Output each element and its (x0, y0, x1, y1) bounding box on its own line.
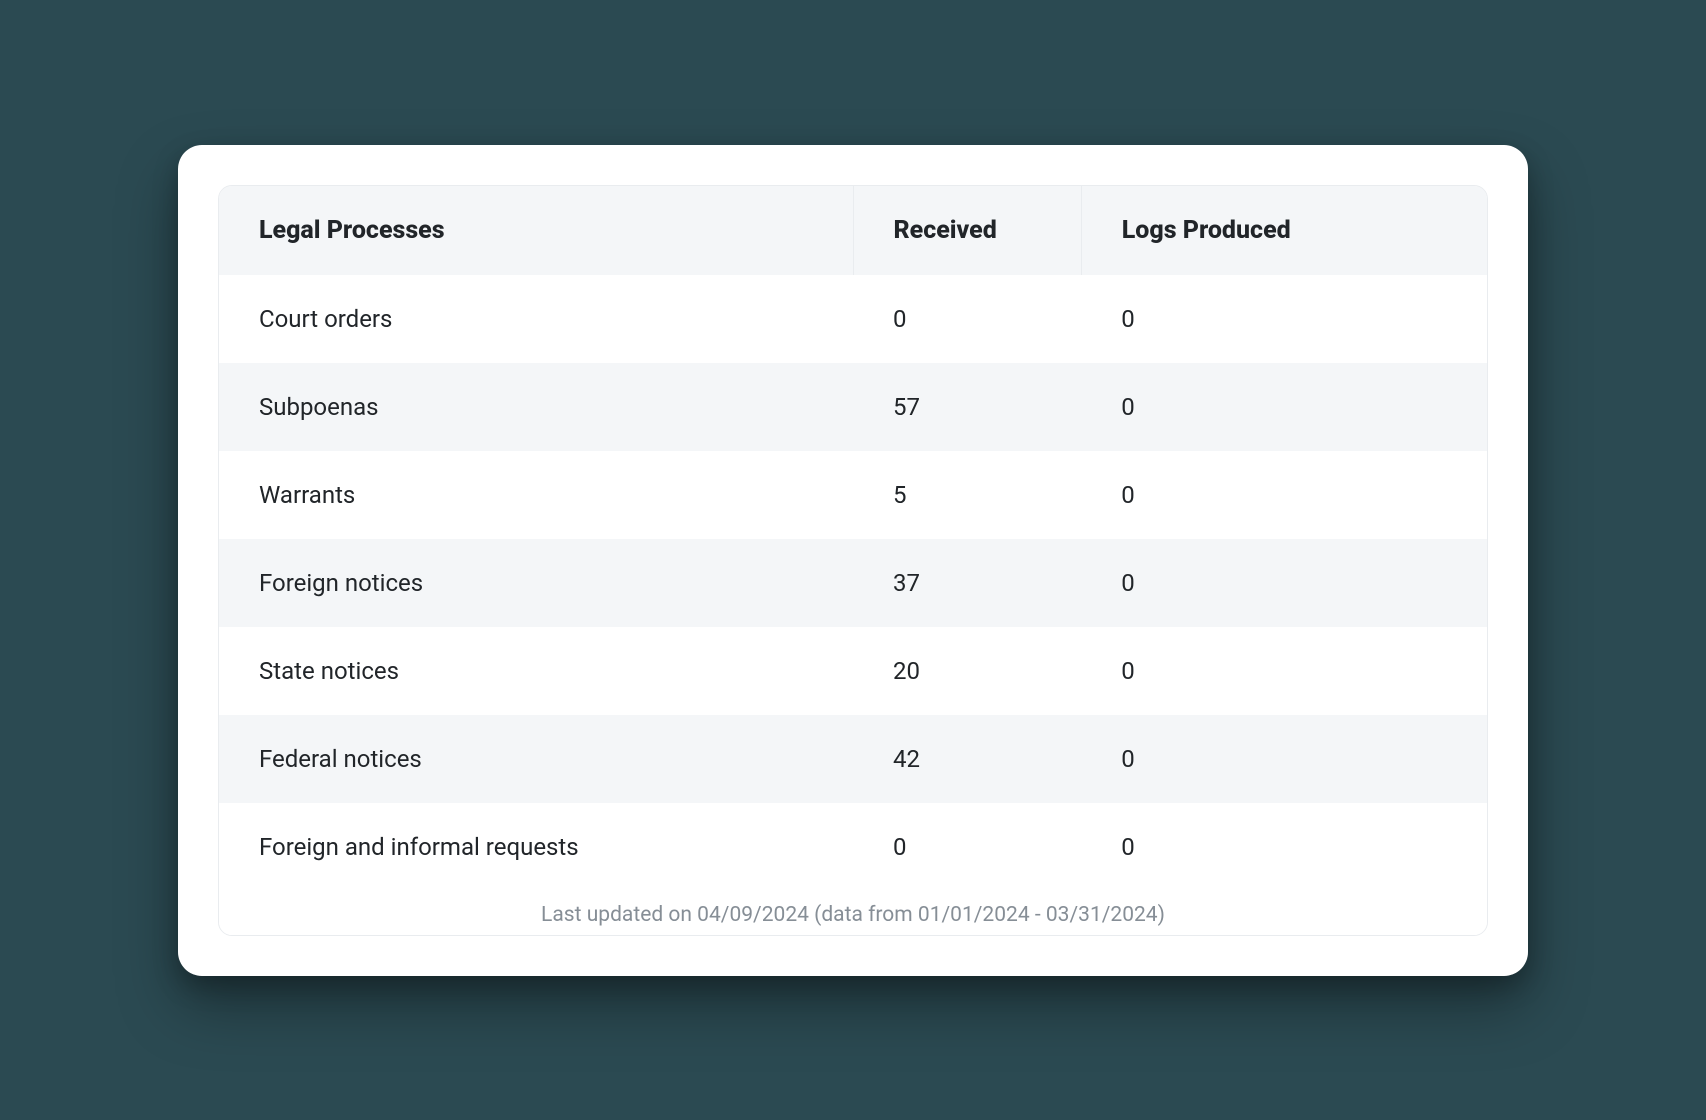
cell-received: 57 (853, 363, 1081, 451)
cell-logs: 0 (1081, 627, 1487, 715)
cell-process: Court orders (219, 275, 853, 363)
table-row: Subpoenas 57 0 (219, 363, 1487, 451)
table-row: Court orders 0 0 (219, 275, 1487, 363)
footer-note: Last updated on 04/09/2024 (data from 01… (219, 891, 1487, 935)
cell-process: Warrants (219, 451, 853, 539)
cell-process: Federal notices (219, 715, 853, 803)
cell-logs: 0 (1081, 715, 1487, 803)
cell-logs: 0 (1081, 275, 1487, 363)
cell-logs: 0 (1081, 803, 1487, 891)
cell-logs: 0 (1081, 539, 1487, 627)
cell-logs: 0 (1081, 363, 1487, 451)
report-card: Legal Processes Received Logs Produced C… (178, 145, 1528, 976)
cell-received: 0 (853, 275, 1081, 363)
col-header-process: Legal Processes (219, 186, 853, 275)
table-row: Warrants 5 0 (219, 451, 1487, 539)
cell-received: 37 (853, 539, 1081, 627)
cell-received: 0 (853, 803, 1081, 891)
cell-process: Foreign and informal requests (219, 803, 853, 891)
table-row: State notices 20 0 (219, 627, 1487, 715)
legal-processes-table: Legal Processes Received Logs Produced C… (219, 186, 1487, 891)
table-row: Foreign and informal requests 0 0 (219, 803, 1487, 891)
table-container: Legal Processes Received Logs Produced C… (218, 185, 1488, 936)
cell-received: 42 (853, 715, 1081, 803)
cell-process: Foreign notices (219, 539, 853, 627)
cell-received: 20 (853, 627, 1081, 715)
cell-process: Subpoenas (219, 363, 853, 451)
cell-process: State notices (219, 627, 853, 715)
col-header-received: Received (853, 186, 1081, 275)
cell-logs: 0 (1081, 451, 1487, 539)
table-header-row: Legal Processes Received Logs Produced (219, 186, 1487, 275)
cell-received: 5 (853, 451, 1081, 539)
col-header-logs: Logs Produced (1081, 186, 1487, 275)
table-row: Foreign notices 37 0 (219, 539, 1487, 627)
table-row: Federal notices 42 0 (219, 715, 1487, 803)
